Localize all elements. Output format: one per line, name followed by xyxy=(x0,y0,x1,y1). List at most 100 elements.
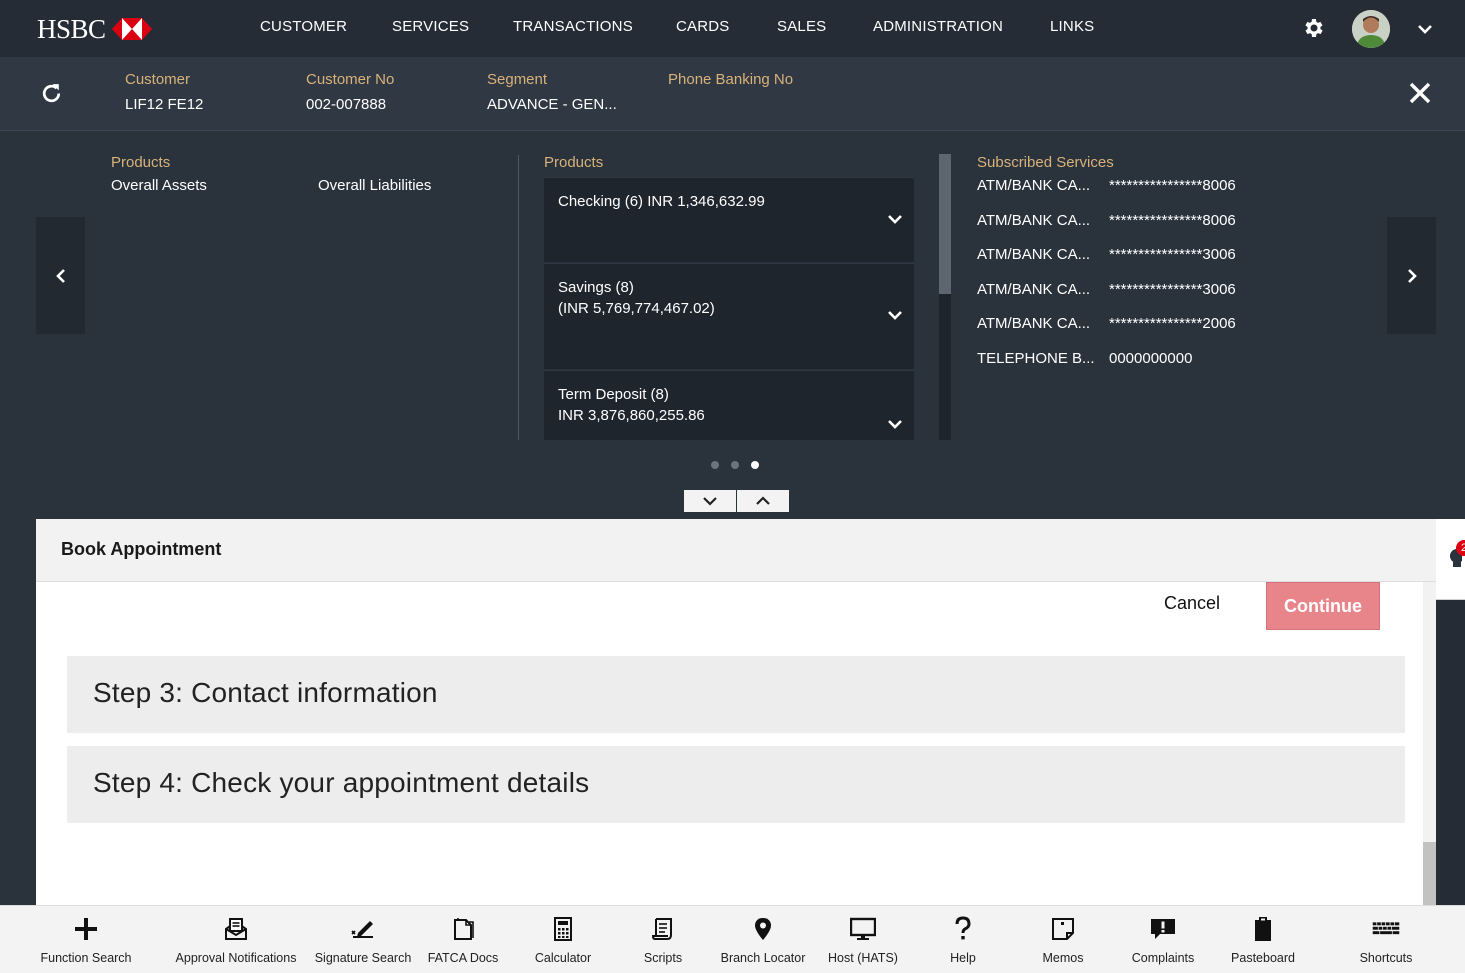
notification-count-badge: 2 xyxy=(1456,540,1465,556)
product-card-term-deposit[interactable]: Term Deposit (8) INR 3,876,860,255.86 xyxy=(544,370,914,440)
step-4-check-details[interactable]: Step 4: Check your appointment details xyxy=(67,746,1405,823)
tool-pasteboard[interactable]: Pasteboard xyxy=(1218,906,1308,973)
approval-icon xyxy=(225,918,247,940)
nav-transactions[interactable]: TRANSACTIONS xyxy=(513,18,633,35)
product-card-text: Term Deposit (8) INR 3,876,860,255.86 xyxy=(558,384,705,426)
product-card-savings[interactable]: Savings (8) (INR 5,769,774,467.02) xyxy=(544,263,914,369)
overall-assets-link[interactable]: Overall Assets xyxy=(111,177,207,194)
section-divider xyxy=(518,155,519,440)
tool-label: FATCA Docs xyxy=(427,951,499,965)
tool-label: Calculator xyxy=(534,951,592,965)
complaint-icon xyxy=(1151,919,1175,939)
tool-label: Scripts xyxy=(643,951,683,965)
gear-icon[interactable] xyxy=(1302,16,1326,40)
collapse-up-button[interactable] xyxy=(737,490,789,512)
chevron-down-icon[interactable] xyxy=(886,417,904,431)
product-line-2: (INR 5,769,774,467.02) xyxy=(558,300,715,317)
notification-rail: 2 xyxy=(1436,519,1465,905)
service-name: TELEPHONE B... xyxy=(977,350,1095,367)
close-icon[interactable] xyxy=(1408,81,1432,105)
carousel-dot-1[interactable] xyxy=(711,461,719,469)
keyboard-icon xyxy=(1372,922,1400,935)
tool-complaints[interactable]: Complaints xyxy=(1118,906,1208,973)
cancel-button[interactable]: Cancel xyxy=(1164,593,1220,614)
notification-button[interactable]: 2 xyxy=(1436,519,1465,600)
tool-label: Function Search xyxy=(40,951,132,965)
signature-icon xyxy=(351,921,373,938)
chevron-right-icon xyxy=(1407,268,1417,283)
carousel-dot-2[interactable] xyxy=(731,461,739,469)
product-card-text: Checking (6) INR 1,346,632.99 xyxy=(558,191,765,212)
phone-banking-label: Phone Banking No xyxy=(668,71,794,88)
refresh-icon[interactable] xyxy=(39,81,64,106)
book-appointment-panel: Book Appointment Cancel Continue Step 3:… xyxy=(36,519,1436,905)
top-navigation: HSBC CUSTOMER SERVICES TRANSACTIONS CARD… xyxy=(0,0,1465,57)
tool-branch-locator[interactable]: Branch Locator xyxy=(712,906,814,973)
tool-fatca-docs[interactable]: FATCA Docs xyxy=(418,906,508,973)
tool-scripts[interactable]: Scripts xyxy=(618,906,708,973)
customer-summary-carousel: Products Overall Assets Overall Liabilit… xyxy=(0,131,1465,519)
chevron-up-icon xyxy=(756,496,770,505)
tool-shortcuts[interactable]: Shortcuts xyxy=(1341,906,1431,973)
panel-scrollbar-thumb[interactable] xyxy=(1423,842,1436,905)
nav-services[interactable]: SERVICES xyxy=(392,18,469,35)
subscribed-services-label: Subscribed Services xyxy=(977,154,1114,171)
chevron-down-icon[interactable] xyxy=(1416,22,1434,36)
products-scrollbar-thumb[interactable] xyxy=(939,154,951,294)
tool-label: Help xyxy=(950,951,976,965)
user-avatar[interactable] xyxy=(1352,10,1390,48)
panel-header: Book Appointment xyxy=(36,519,1436,582)
customer-no-label: Customer No xyxy=(306,71,395,88)
customer-header: Customer LIF12 FE12 Customer No 002-0078… xyxy=(0,57,1465,131)
carousel-prev-button[interactable] xyxy=(36,217,85,334)
nav-administration[interactable]: ADMINISTRATION xyxy=(873,18,1003,35)
product-card-checking[interactable]: Checking (6) INR 1,346,632.99 xyxy=(544,177,914,262)
nav-customer[interactable]: CUSTOMER xyxy=(260,18,347,35)
nav-sales[interactable]: SALES xyxy=(777,18,826,35)
service-name: ATM/BANK CA... xyxy=(977,281,1091,298)
tool-label: Pasteboard xyxy=(1231,951,1295,965)
tool-label: Memos xyxy=(1042,951,1084,965)
overall-liabilities-link[interactable]: Overall Liabilities xyxy=(318,177,431,194)
service-number: ****************3006 xyxy=(1109,246,1236,263)
panel-title: Book Appointment xyxy=(61,539,222,559)
tool-signature-search[interactable]: Signature Search xyxy=(310,906,416,973)
monitor-icon xyxy=(850,917,876,940)
step-3-contact-information[interactable]: Step 3: Contact information xyxy=(67,656,1405,733)
continue-button[interactable]: Continue xyxy=(1266,582,1380,630)
service-name: ATM/BANK CA... xyxy=(977,177,1091,194)
products-label: Products xyxy=(544,154,604,171)
step-title: Step 3: Contact information xyxy=(93,677,438,708)
tool-help[interactable]: Help xyxy=(918,906,1008,973)
tool-memos[interactable]: Memos xyxy=(1018,906,1108,973)
nav-cards[interactable]: CARDS xyxy=(676,18,730,35)
hsbc-hexagon-icon xyxy=(111,18,152,40)
expand-down-button[interactable] xyxy=(684,490,736,512)
tool-label: Host (HATS) xyxy=(828,951,898,965)
carousel-next-button[interactable] xyxy=(1387,217,1436,334)
nav-links[interactable]: LINKS xyxy=(1050,18,1094,35)
carousel-dot-3[interactable] xyxy=(751,461,759,469)
hsbc-logo[interactable]: HSBC xyxy=(37,13,152,45)
tool-label: Complaints xyxy=(1131,951,1195,965)
documents-icon xyxy=(454,918,474,940)
customer-value: LIF12 FE12 xyxy=(125,96,204,113)
step-title: Step 4: Check your appointment details xyxy=(93,767,590,798)
chevron-down-icon xyxy=(703,497,717,506)
tool-calculator[interactable]: Calculator xyxy=(518,906,608,973)
overview-products-label: Products xyxy=(111,154,171,171)
tool-label: Branch Locator xyxy=(720,951,806,965)
chevron-down-icon[interactable] xyxy=(886,212,904,226)
tool-host-hats[interactable]: Host (HATS) xyxy=(818,906,908,973)
tool-function-search[interactable]: Function Search xyxy=(36,906,136,973)
carousel-pagination xyxy=(711,461,759,469)
chevron-left-icon xyxy=(55,268,65,283)
plus-icon xyxy=(75,918,97,940)
tool-approval-notifications[interactable]: Approval Notifications xyxy=(168,906,304,973)
product-line-1: Checking (6) INR 1,346,632.99 xyxy=(558,193,765,210)
bottom-toolbar: Function Search Approval Notifications S… xyxy=(0,905,1465,973)
customer-no-value: 002-007888 xyxy=(306,96,387,113)
service-name: ATM/BANK CA... xyxy=(977,212,1091,229)
service-number: ****************2006 xyxy=(1109,315,1236,332)
chevron-down-icon[interactable] xyxy=(886,308,904,322)
